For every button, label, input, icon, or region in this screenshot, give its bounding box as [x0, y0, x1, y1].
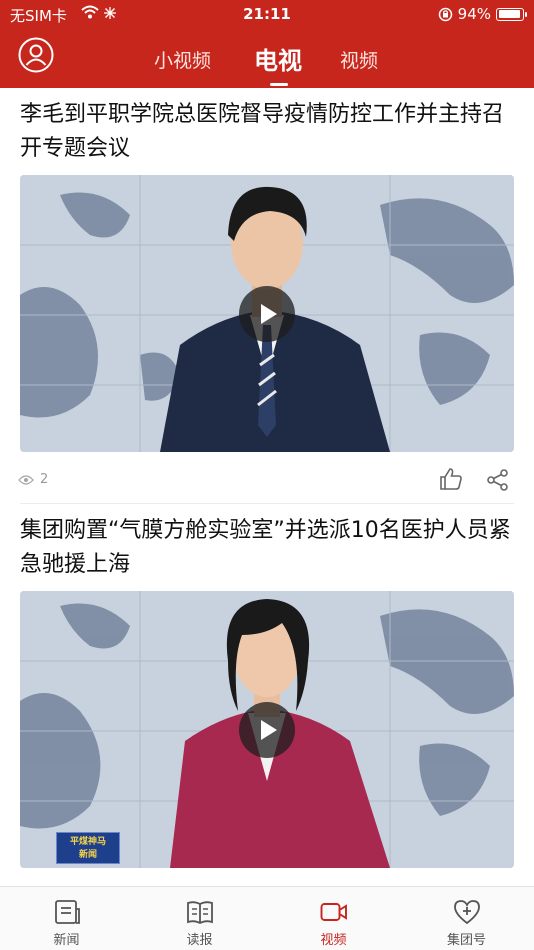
nav-item-group-account[interactable]: 集团号 [400, 887, 533, 950]
bottom-navigation: 新闻 读报 视频 集团号 [0, 886, 534, 950]
status-bar: 无SIM卡 21:11 94% [0, 0, 534, 28]
tab-short-video[interactable]: 小视频 [154, 46, 211, 73]
newspaper-book-icon [187, 901, 213, 925]
play-button[interactable] [239, 286, 295, 342]
video-feed: 李毛到平职学院总医院督导疫情防控工作并主持召开专题会议 2 集团购置“气膜方舱实… [0, 88, 534, 886]
news-icon [55, 900, 80, 924]
share-icon[interactable] [486, 468, 510, 492]
feed-item[interactable]: 集团购置“气膜方舱实验室”并选派10名医护人员紧急驰援上海 平煤神马 新闻 [0, 504, 534, 886]
logo-text-line1: 平煤神马 [69, 837, 106, 847]
feed-item-title[interactable]: 集团购置“气膜方舱实验室”并选派10名医护人员紧急驰援上海 [20, 514, 514, 582]
tab-tv[interactable]: 电视 [254, 41, 302, 76]
active-tab-indicator [270, 83, 288, 86]
view-count: 2 [18, 472, 48, 487]
nav-item-news[interactable]: 新闻 [0, 887, 133, 950]
top-tabs: 小视频 电视 视频 [0, 40, 534, 88]
battery-icon [496, 7, 527, 21]
heart-plus-icon [454, 900, 480, 925]
nav-item-read-paper[interactable]: 读报 [133, 887, 266, 950]
feed-item-meta: 2 [0, 462, 534, 502]
view-count-value: 2 [40, 472, 49, 487]
video-thumbnail[interactable]: 平煤神马 新闻 [20, 591, 514, 868]
video-camera-icon [320, 903, 347, 921]
nav-label: 新闻 [53, 933, 80, 948]
nav-label: 读报 [186, 933, 213, 948]
eye-icon [18, 474, 34, 485]
orientation-lock-icon [438, 7, 452, 21]
nav-item-video[interactable]: 视频 [267, 887, 400, 950]
play-button[interactable] [239, 702, 295, 758]
battery-percent: 94% [457, 5, 491, 23]
video-thumbnail[interactable] [20, 175, 514, 452]
feed-item[interactable]: 李毛到平职学院总医院督导疫情防控工作并主持召开专题会议 2 [0, 88, 534, 504]
thumb-up-icon[interactable] [438, 466, 464, 492]
tab-video[interactable]: 视频 [340, 46, 378, 73]
battery-indicator: 94% [438, 5, 527, 23]
feed-item-title[interactable]: 李毛到平职学院总医院督导疫情防控工作并主持召开专题会议 [20, 98, 514, 166]
logo-text-line2: 新闻 [78, 850, 97, 860]
app-root: 无SIM卡 21:11 94% 小视频 电视 视频 李毛到平职学院总医院督导疫情… [0, 0, 534, 950]
tv-station-logo: 平煤神马 新闻 [56, 832, 120, 864]
nav-label: 集团号 [446, 933, 486, 948]
app-header: 无SIM卡 21:11 94% 小视频 电视 视频 [0, 0, 534, 88]
nav-label: 视频 [320, 933, 347, 948]
